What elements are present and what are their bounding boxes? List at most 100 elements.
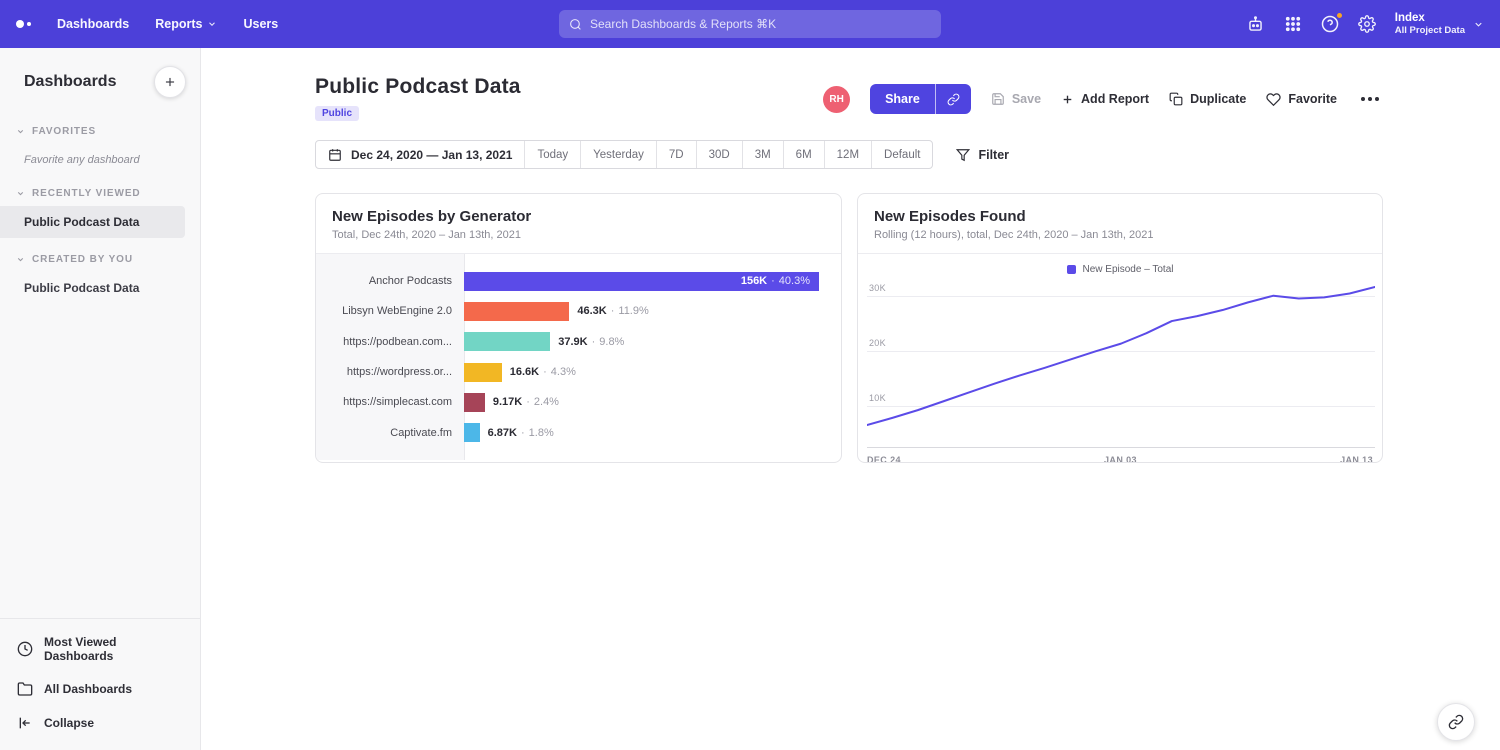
section-created-by-you-label: CREATED BY YOU	[32, 254, 133, 265]
section-created-by-you[interactable]: CREATED BY YOU	[0, 238, 200, 272]
bar-category-label: Libsyn WebEngine 2.0	[316, 305, 464, 317]
save-button[interactable]: Save	[991, 92, 1041, 106]
heart-icon	[1266, 92, 1281, 107]
x-axis: DEC 24 JAN 03 JAN 13	[867, 455, 1373, 463]
funnel-icon	[956, 148, 970, 162]
search-icon	[569, 18, 582, 31]
assistant-icon[interactable]	[1246, 15, 1265, 34]
bar[interactable]	[464, 363, 502, 382]
duplicate-button[interactable]: Duplicate	[1169, 92, 1246, 106]
sidebar: Dashboards FAVORITES Favorite any dashbo…	[0, 48, 201, 750]
favorite-label: Favorite	[1288, 92, 1337, 106]
nav-dashboards[interactable]: Dashboards	[57, 17, 129, 31]
chevron-down-icon	[207, 19, 217, 29]
nav-reports[interactable]: Reports	[155, 17, 217, 31]
bar-category-label: https://podbean.com...	[316, 336, 464, 348]
nav-dashboards-label: Dashboards	[57, 17, 129, 31]
card-title[interactable]: New Episodes by Generator	[332, 208, 825, 225]
link-icon	[1448, 714, 1464, 730]
favorite-button[interactable]: Favorite	[1266, 92, 1337, 107]
preset-3m[interactable]: 3M	[742, 141, 783, 168]
date-range-label: Dec 24, 2020 — Jan 13, 2021	[351, 148, 512, 162]
share-button-group: Share	[870, 84, 971, 114]
save-icon	[991, 92, 1005, 106]
settings-gear-icon[interactable]	[1358, 15, 1376, 33]
preset-default[interactable]: Default	[871, 141, 932, 168]
bar[interactable]	[464, 423, 480, 442]
section-recently-viewed-label: RECENTLY VIEWED	[32, 188, 141, 199]
filter-label: Filter	[978, 148, 1009, 162]
share-button[interactable]: Share	[870, 84, 935, 114]
bar-category-label: Captivate.fm	[316, 427, 464, 439]
date-range-bar: Dec 24, 2020 — Jan 13, 2021 Today Yester…	[315, 140, 933, 169]
all-dashboards-button[interactable]: All Dashboards	[0, 672, 200, 706]
bar[interactable]	[464, 302, 569, 321]
add-report-label: Add Report	[1081, 92, 1149, 106]
plus-icon	[1061, 93, 1074, 106]
bar[interactable]: 156K·40.3%	[464, 272, 819, 291]
bar[interactable]	[464, 393, 485, 412]
global-search[interactable]	[559, 10, 941, 38]
chevron-down-icon	[16, 127, 25, 136]
section-recently-viewed[interactable]: RECENTLY VIEWED	[0, 172, 200, 206]
bar-chart: Anchor Podcasts 156K·40.3% Libsyn WebEng…	[316, 254, 841, 460]
add-report-button[interactable]: Add Report	[1061, 92, 1149, 106]
bar-value-label: 156K·40.3%	[741, 275, 819, 287]
chart-legend: New Episode – Total	[858, 264, 1382, 275]
preset-yesterday[interactable]: Yesterday	[580, 141, 656, 168]
save-label: Save	[1012, 92, 1041, 106]
date-range-picker[interactable]: Dec 24, 2020 — Jan 13, 2021	[316, 141, 524, 168]
nav-users[interactable]: Users	[243, 17, 278, 31]
app-logo[interactable]	[16, 20, 31, 28]
bar-row: Libsyn WebEngine 2.0 46.3K·11.9%	[316, 296, 841, 326]
chevron-down-icon	[1473, 19, 1484, 30]
copy-link-button[interactable]	[935, 84, 971, 114]
line-chart-svg	[867, 282, 1375, 447]
filter-button[interactable]: Filter	[956, 148, 1009, 162]
x-tick: JAN 03	[1104, 455, 1137, 463]
line-chart: 30K 20K 10K	[867, 282, 1375, 448]
apps-grid-icon[interactable]	[1284, 15, 1302, 33]
project-name: Index	[1395, 11, 1465, 25]
preset-30d[interactable]: 30D	[696, 141, 742, 168]
sidebar-title: Dashboards	[24, 73, 116, 91]
bar[interactable]	[464, 332, 550, 351]
bar-row: https://simplecast.com 9.17K·2.4%	[316, 387, 841, 417]
bar-row: https://wordpress.or... 16.6K·4.3%	[316, 357, 841, 387]
bar-row: https://podbean.com... 37.9K·9.8%	[316, 327, 841, 357]
section-favorites[interactable]: FAVORITES	[0, 110, 200, 144]
project-switcher[interactable]: Index All Project Data	[1395, 11, 1484, 37]
all-dashboards-label: All Dashboards	[44, 682, 132, 696]
preset-6m[interactable]: 6M	[783, 141, 824, 168]
search-input[interactable]	[590, 17, 931, 31]
duplicate-icon	[1169, 92, 1183, 106]
favorites-hint: Favorite any dashboard	[0, 144, 200, 172]
preset-12m[interactable]: 12M	[824, 141, 871, 168]
collapse-sidebar-button[interactable]: Collapse	[0, 706, 200, 740]
help-icon[interactable]	[1321, 15, 1339, 33]
nav-reports-label: Reports	[155, 17, 202, 31]
legend-swatch	[1067, 265, 1076, 274]
most-viewed-dashboards-button[interactable]: Most Viewed Dashboards	[0, 626, 200, 672]
add-dashboard-button[interactable]	[154, 66, 186, 98]
link-icon	[947, 93, 960, 106]
line-path	[867, 287, 1375, 425]
bar-value-label: 9.17K·2.4%	[493, 396, 559, 408]
more-options-button[interactable]	[1357, 93, 1383, 105]
sidebar-item-public-podcast-data[interactable]: Public Podcast Data	[0, 206, 185, 238]
x-tick: JAN 13	[1340, 455, 1373, 463]
card-title[interactable]: New Episodes Found	[874, 208, 1366, 225]
preset-7d[interactable]: 7D	[656, 141, 696, 168]
copy-link-fab[interactable]	[1437, 703, 1475, 741]
section-favorites-label: FAVORITES	[32, 126, 96, 137]
card-subtitle: Rolling (12 hours), total, Dec 24th, 202…	[874, 229, 1366, 241]
collapse-left-icon	[17, 715, 33, 731]
preset-today[interactable]: Today	[524, 141, 580, 168]
sidebar-item-public-podcast-data-created[interactable]: Public Podcast Data	[0, 272, 200, 304]
card-new-episodes-by-generator: New Episodes by Generator Total, Dec 24t…	[315, 193, 842, 463]
bar-category-label: Anchor Podcasts	[316, 275, 464, 287]
top-nav: Dashboards Reports Users Index All Proje…	[0, 0, 1500, 48]
avatar[interactable]: RH	[823, 86, 850, 113]
calendar-icon	[328, 148, 342, 162]
bar-category-label: https://simplecast.com	[316, 396, 464, 408]
